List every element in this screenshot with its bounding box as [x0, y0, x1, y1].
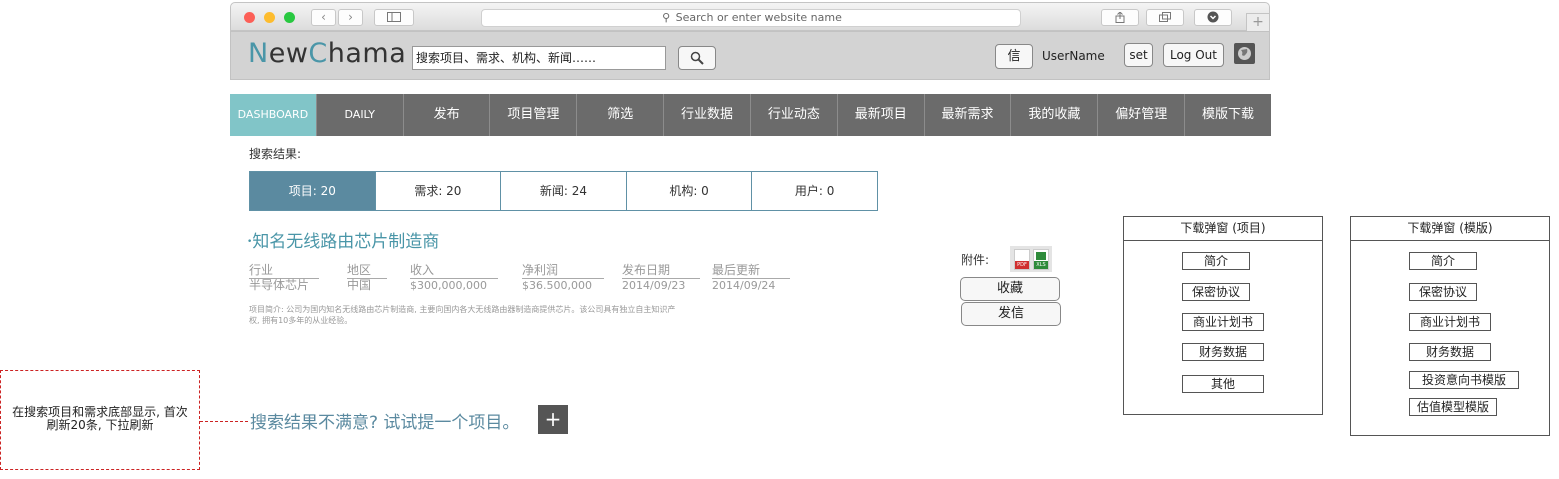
project-description: 项目简介: 公司为国内知名无线路由芯片制造商, 主要向国内各大无线路由器制造商提…	[249, 305, 676, 325]
template-nda-button[interactable]: 保密协议	[1409, 283, 1477, 301]
logout-button[interactable]: Log Out	[1163, 43, 1224, 67]
template-intro-button[interactable]: 简介	[1409, 252, 1477, 270]
project-title[interactable]: •知名无线路由芯片制造商	[247, 227, 439, 252]
field-label: 净利润	[522, 261, 604, 279]
search-icon	[690, 51, 704, 65]
download-financials-button[interactable]: 财务数据	[1182, 343, 1264, 361]
template-financials-button[interactable]: 财务数据	[1409, 343, 1491, 361]
template-loi-button[interactable]: 投资意向书模版	[1409, 371, 1519, 389]
logo[interactable]: NewChama	[248, 38, 406, 69]
download-nda-button[interactable]: 保密协议	[1182, 283, 1250, 301]
nav-item-preferences[interactable]: 偏好管理	[1098, 94, 1186, 136]
tab-projects[interactable]: 项目: 20	[249, 171, 376, 211]
nav-item-favorites[interactable]: 我的收藏	[1011, 94, 1099, 136]
field-label: 发布日期	[622, 261, 700, 279]
field-region: 地区 中国	[347, 261, 387, 293]
xls-icon[interactable]: XLS	[1033, 249, 1049, 270]
results-heading: 搜索结果:	[249, 147, 302, 161]
field-value: $300,000,000	[410, 279, 487, 292]
zoom-window-button[interactable]	[284, 12, 295, 23]
field-value: 2014/09/23	[622, 279, 686, 292]
minimize-window-button[interactable]	[264, 12, 275, 23]
send-message-button[interactable]: 发信	[961, 302, 1061, 326]
tab-demands[interactable]: 需求: 20	[374, 171, 502, 211]
address-placeholder: Search or enter website name	[675, 11, 842, 24]
main-nav: DASHBOARD DAILY 发布 项目管理 筛选 行业数据 行业动态 最新项…	[230, 94, 1271, 136]
nav-item-daily[interactable]: DAILY	[316, 94, 404, 136]
address-bar[interactable]: ⚲ Search or enter website name	[481, 9, 1021, 27]
popup-title: 下载弹窗 (项目)	[1124, 217, 1322, 241]
nav-item-latest-demands[interactable]: 最新需求	[924, 94, 1012, 136]
close-window-button[interactable]	[244, 12, 255, 23]
field-value: 2014/09/24	[712, 279, 776, 292]
nav-item-latest-projects[interactable]: 最新项目	[837, 94, 925, 136]
messages-button[interactable]: 信	[995, 44, 1033, 69]
nav-item-industry-news[interactable]: 行业动态	[750, 94, 838, 136]
attachments-label: 附件:	[961, 253, 990, 267]
field-value: 半导体芯片	[249, 278, 310, 292]
suggestion-text[interactable]: 搜索结果不满意? 试试提一个项目。	[250, 408, 519, 433]
sidebar-toggle-icon[interactable]	[374, 9, 414, 26]
popup-title: 下载弹窗 (模版)	[1351, 217, 1549, 241]
tabs-overview-icon[interactable]	[1146, 9, 1184, 26]
browser-toolbar: ‹ › ⚲ Search or enter website name +	[230, 2, 1270, 31]
nav-item-template-download[interactable]: 模版下载	[1185, 94, 1271, 136]
username[interactable]: UserName	[1042, 49, 1105, 63]
download-popup-project: 下载弹窗 (项目) 简介 保密协议 商业计划书 财务数据 其他	[1123, 216, 1323, 415]
field-value: $36.500,000	[522, 279, 592, 292]
download-other-button[interactable]: 其他	[1182, 375, 1264, 393]
nav-item-publish[interactable]: 发布	[403, 94, 491, 136]
back-icon[interactable]: ‹	[311, 9, 336, 26]
search-input[interactable]: 搜索项目、需求、机构、新闻……	[412, 46, 666, 70]
download-icon[interactable]	[1194, 9, 1232, 26]
download-business-plan-button[interactable]: 商业计划书	[1182, 313, 1264, 331]
search-icon: ⚲	[662, 11, 671, 24]
tab-news[interactable]: 新闻: 24	[500, 171, 627, 211]
forward-icon[interactable]: ›	[338, 9, 363, 26]
field-revenue: 收入 $300,000,000	[410, 261, 498, 292]
nav-item-dashboard[interactable]: DASHBOARD	[230, 94, 317, 136]
field-last-update: 最后更新 2014/09/24	[712, 261, 790, 292]
field-net-profit: 净利润 $36.500,000	[522, 261, 604, 292]
add-project-button[interactable]: +	[538, 405, 568, 434]
new-tab-icon[interactable]: +	[1246, 13, 1270, 31]
tab-institutions[interactable]: 机构: 0	[625, 171, 753, 211]
attachment-icons: PDF XLS	[1010, 246, 1052, 272]
field-publish-date: 发布日期 2014/09/23	[622, 261, 700, 292]
share-icon[interactable]	[1101, 9, 1139, 26]
settings-button[interactable]: set	[1124, 43, 1153, 67]
search-button[interactable]	[678, 46, 716, 70]
site-header: NewChama 搜索项目、需求、机构、新闻…… 信 UserName set …	[230, 31, 1270, 80]
field-value: 中国	[347, 278, 372, 292]
pdf-icon[interactable]: PDF	[1014, 249, 1030, 270]
nav-item-project-management[interactable]: 项目管理	[490, 94, 578, 136]
annotation-connector	[200, 421, 248, 422]
globe-icon[interactable]	[1234, 43, 1255, 64]
nav-item-industry-data[interactable]: 行业数据	[664, 94, 751, 136]
tab-users[interactable]: 用户: 0	[751, 171, 878, 211]
download-popup-template: 下载弹窗 (模版) 简介 保密协议 商业计划书 财务数据 投资意向书模版 估值模…	[1350, 216, 1550, 436]
template-business-plan-button[interactable]: 商业计划书	[1409, 313, 1491, 331]
annotation-note: 在搜索项目和需求底部显示, 首次 刷新20条, 下拉刷新	[0, 370, 200, 470]
field-industry: 行业 半导体芯片	[249, 261, 319, 293]
field-label: 收入	[410, 261, 498, 279]
nav-item-filter[interactable]: 筛选	[577, 94, 665, 136]
favorite-button[interactable]: 收藏	[960, 277, 1060, 301]
download-intro-button[interactable]: 简介	[1182, 252, 1250, 270]
field-label: 最后更新	[712, 261, 790, 279]
result-tabs: 项目: 20 需求: 20 新闻: 24 机构: 0 用户: 0	[249, 171, 878, 211]
template-valuation-model-button[interactable]: 估值模型模版	[1409, 398, 1497, 416]
